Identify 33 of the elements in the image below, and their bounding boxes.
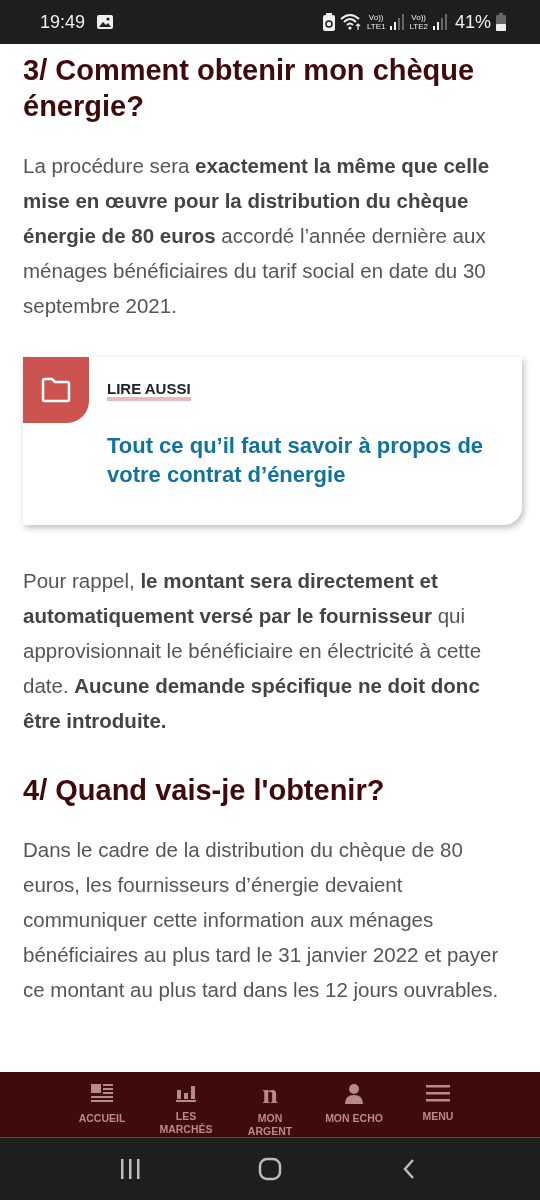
nav-tab[interactable]: n MON ARGENT: [228, 1084, 312, 1138]
paragraph: La procédure sera exactement la même que celle mise en œuvre pour la distribution du chèque énergie de 80 euros accordé l’année dernière aux ménages bénéficiaires du tarif social en date du 30 septembre 2021.: [23, 153, 491, 319]
related-article-link[interactable]: Tout ce qu’il faut savoir à propos de votre contrat d’énergie: [107, 431, 504, 489]
newspaper-icon: [91, 1084, 113, 1104]
battery-icon: [496, 13, 506, 31]
nav-tab[interactable]: MENU: [396, 1084, 480, 1123]
section-heading: 3/ Comment obtenir mon chèque énergie?: [23, 53, 476, 124]
nav-tab[interactable]: MON ECHO: [312, 1084, 396, 1125]
clock: 19:49: [40, 11, 86, 33]
logo-letter: n: [262, 1084, 278, 1104]
nav-tab[interactable]: LES MARCHÉS: [144, 1084, 228, 1136]
recent-apps-icon[interactable]: [118, 1157, 142, 1181]
folder-icon: [41, 377, 71, 403]
signal-icon: [390, 14, 405, 30]
menu-icon: [426, 1084, 450, 1102]
volte-label: Vo)): [411, 13, 427, 22]
paragraph: Pour rappel, le montant sera directement et automatiquement versé par le fournisseur qui approvisionnait le bénéficiaire en électricité à cette date. Aucune demande spécifique ne doit donc être introduite.: [23, 568, 483, 734]
signal-icon: [432, 14, 447, 30]
volte-label: Vo)): [368, 13, 384, 22]
person-icon: [345, 1084, 363, 1104]
home-icon[interactable]: [258, 1157, 282, 1181]
image-icon: [96, 14, 115, 30]
bar-chart-icon: [176, 1084, 196, 1102]
battery-saver-icon: [322, 13, 335, 31]
section-heading: 4/ Quand vais-je l'obtenir?: [23, 773, 386, 808]
sim-label: LTE2: [409, 22, 428, 31]
paragraph: Dans le cadre de la distribution du chèque de 80 euros, les fournisseurs d’énergie devaient communiquer cette information aux ménages bénéficiaires au plus tard le 31 janvier 2022 et payer ce montant au plus tard dans les 12 jours ouvrables.: [23, 837, 500, 1003]
related-article-card[interactable]: LIRE AUSSI Tout ce qu’il faut savoir à propos de votre contrat d’énergie: [23, 357, 522, 525]
read-also-label: LIRE AUSSI: [107, 381, 191, 401]
sim-label: LTE1: [366, 22, 386, 31]
battery-level: 41%: [454, 11, 491, 33]
wifi-icon: [339, 13, 362, 31]
nav-tab[interactable]: ACCUEIL: [60, 1084, 144, 1125]
